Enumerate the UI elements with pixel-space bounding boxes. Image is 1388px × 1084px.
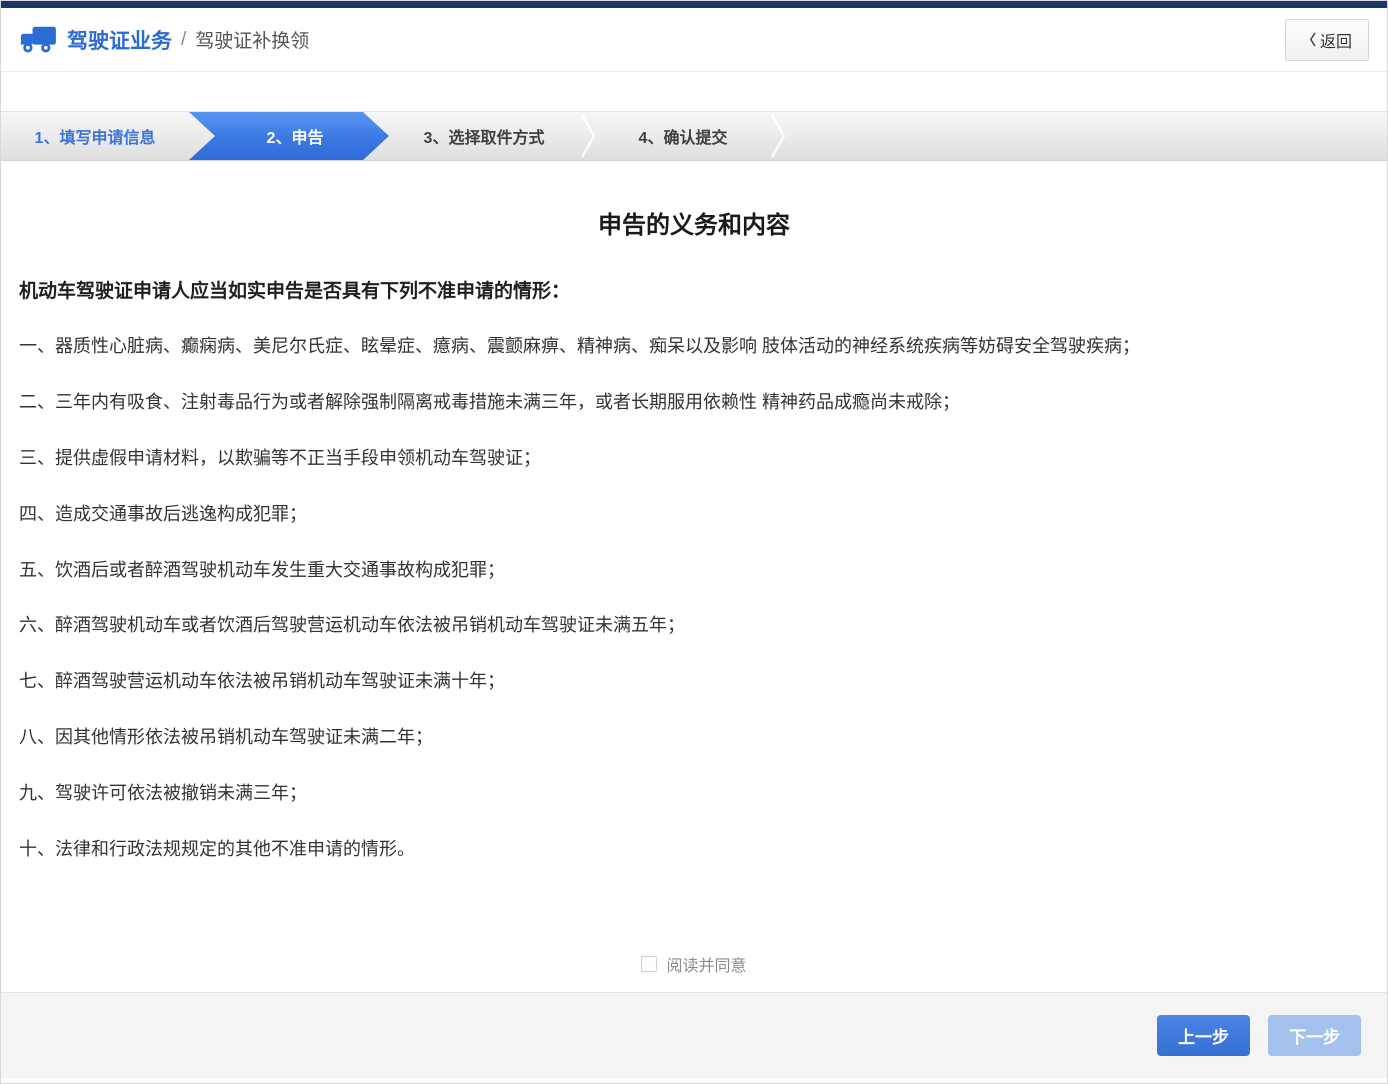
agree-checkbox-label[interactable]: 阅读并同意 [666, 952, 746, 976]
step-tab-3-pickup-method[interactable]: 3、选择取件方式 [389, 112, 579, 160]
chevron-separator-icon [769, 112, 787, 160]
declaration-item: 九、驾驶许可依法被撤销未满三年； [19, 780, 1369, 808]
back-button-label: 返回 [1320, 28, 1352, 52]
declaration-item: 三、提供虚假申请材料，以欺骗等不正当手段申领机动车驾驶证； [19, 445, 1369, 473]
back-button[interactable]: 〈 返回 [1285, 19, 1369, 61]
chevron-left-icon: 〈 [1302, 30, 1316, 50]
declaration-item: 四、造成交通事故后逃逸构成犯罪； [19, 501, 1369, 529]
declaration-item: 八、因其他情形依法被吊销机动车驾驶证未满二年； [19, 724, 1369, 752]
declaration-item: 五、饮酒后或者醉酒驾驶机动车发生重大交通事故构成犯罪； [19, 557, 1369, 585]
top-accent-bar [1, 1, 1387, 8]
breadcrumb-separator: / [181, 29, 186, 51]
step-wizard-bar: 1、填写申请信息 2、申告 3、选择取件方式 4、确认提交 [1, 111, 1387, 161]
declaration-item: 一、器质性心脏病、癫痫病、美尼尔氏症、眩晕症、癔病、震颤麻痹、精神病、痴呆以及影… [19, 333, 1369, 361]
breadcrumb-primary[interactable]: 驾驶证业务 [67, 25, 172, 55]
page-container: 驾驶证业务 / 驾驶证补换领 〈 返回 1、填写申请信息 2、申告 3、选择取件… [0, 0, 1388, 1084]
declaration-content: 申告的义务和内容 机动车驾驶证申请人应当如实申告是否具有下列不准申请的情形： 一… [1, 161, 1387, 992]
agreement-row: 阅读并同意 [19, 952, 1369, 976]
step-tab-1-fill-info[interactable]: 1、填写申请信息 [1, 112, 189, 160]
header: 驾驶证业务 / 驾驶证补换领 〈 返回 [1, 8, 1387, 72]
declaration-intro: 机动车驾驶证申请人应当如实申告是否具有下列不准申请的情形： [19, 276, 1369, 303]
breadcrumb-secondary: 驾驶证补换领 [195, 26, 309, 53]
step-tab-2-declaration[interactable]: 2、申告 [189, 112, 389, 160]
declaration-item: 十、法律和行政法规规定的其他不准申请的情形。 [19, 836, 1369, 864]
next-step-button[interactable]: 下一步 [1268, 1015, 1361, 1056]
page-title: 申告的义务和内容 [19, 205, 1369, 240]
step-tab-4-confirm-submit[interactable]: 4、确认提交 [597, 112, 769, 160]
agree-checkbox[interactable] [641, 956, 657, 972]
step-bar-filler [787, 112, 1387, 160]
chevron-separator-icon [579, 112, 597, 160]
truck-icon [19, 26, 57, 54]
previous-step-button[interactable]: 上一步 [1157, 1015, 1250, 1056]
declaration-item: 六、醉酒驾驶机动车或者饮酒后驾驶营运机动车依法被吊销机动车驾驶证未满五年； [19, 612, 1369, 640]
footer-action-bar: 上一步 下一步 [1, 992, 1387, 1078]
declaration-item: 二、三年内有吸食、注射毒品行为或者解除强制隔离戒毒措施未满三年，或者长期服用依赖… [19, 389, 1369, 417]
declaration-item: 七、醉酒驾驶营运机动车依法被吊销机动车驾驶证未满十年； [19, 668, 1369, 696]
